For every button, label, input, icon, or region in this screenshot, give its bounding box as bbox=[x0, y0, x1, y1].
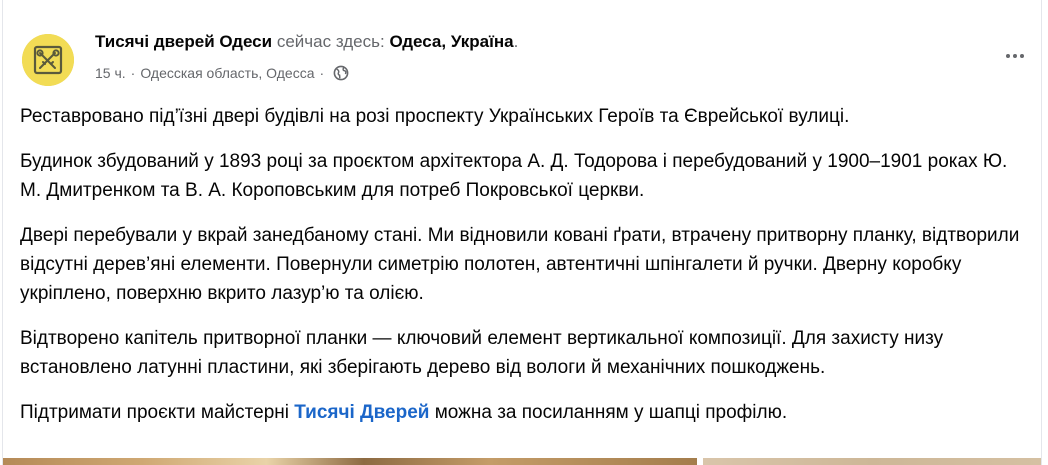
more-options-icon bbox=[1006, 54, 1010, 58]
post-paragraph: Будинок збудований у 1893 році за проєкт… bbox=[20, 151, 1008, 201]
support-text-before: Підтримати проєкти майстерні bbox=[20, 402, 295, 423]
post-paragraph: Двері перебували у вкрай занедбаному ста… bbox=[20, 225, 1020, 304]
page-avatar[interactable] bbox=[22, 34, 74, 86]
support-text-after: можна за посиланням у шапці профілю. bbox=[429, 402, 788, 423]
more-options-icon-dot bbox=[1020, 54, 1024, 58]
post-meta: 15 ч. · Одесская область, Одесса · bbox=[95, 64, 349, 82]
post-paragraph-support: Підтримати проєкти майстерні Тисячі Двер… bbox=[20, 398, 1030, 427]
page-name-link[interactable]: Тисячі дверей Одеси bbox=[95, 32, 272, 51]
more-options-icon-dot bbox=[1013, 54, 1017, 58]
tysiachi-dverei-link[interactable]: Тисячі Дверей bbox=[294, 402, 429, 423]
post-header: Тисячі дверей Одеси сейчас здесь: Одеса,… bbox=[3, 0, 1041, 92]
post-images-preview bbox=[3, 458, 1041, 465]
post-timestamp[interactable]: 15 ч. bbox=[95, 64, 126, 82]
more-options-button[interactable] bbox=[997, 44, 1033, 68]
post-image-right[interactable] bbox=[703, 458, 1041, 465]
meta-separator-2: · bbox=[319, 65, 325, 81]
post-title-line: Тисячі дверей Одеси сейчас здесь: Одеса,… bbox=[95, 31, 518, 53]
keys-logo-icon bbox=[22, 34, 74, 86]
location-prefix: сейчас здесь: bbox=[276, 32, 385, 51]
globe-icon[interactable] bbox=[333, 65, 349, 81]
post-paragraph: Реставровано під’їзні двері будівлі на р… bbox=[20, 106, 850, 127]
post-paragraph: Відтворено капітель притворної планки — … bbox=[20, 328, 944, 378]
page: Тисячі дверей Одеси сейчас здесь: Одеса,… bbox=[0, 0, 1048, 465]
post-body: Реставровано під’їзні двері будівлі на р… bbox=[20, 102, 1030, 427]
post-place[interactable]: Одесская область, Одесса bbox=[140, 64, 314, 82]
meta-separator: · bbox=[130, 65, 136, 81]
post-card: Тисячі дверей Одеси сейчас здесь: Одеса,… bbox=[2, 0, 1042, 465]
post-image-left[interactable] bbox=[3, 458, 697, 465]
location-link[interactable]: Одеса, Україна bbox=[389, 32, 513, 51]
location-suffix: . bbox=[513, 32, 519, 51]
